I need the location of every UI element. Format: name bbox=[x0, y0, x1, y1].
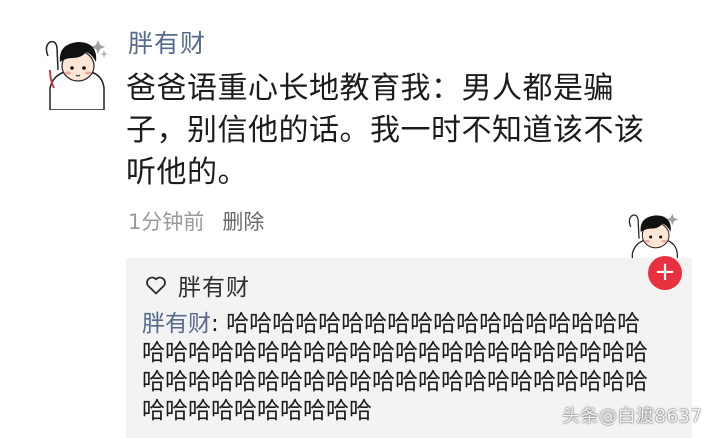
comment-body: 爸爸语重心长地教育我：男人都是骗子，别信他的话。我一时不知道该不该听他的。 bbox=[126, 71, 645, 190]
comment-username[interactable]: 胖有财 bbox=[128, 24, 206, 60]
delete-button[interactable]: 删除 bbox=[222, 206, 264, 236]
like-row: 胖有财 bbox=[144, 268, 250, 302]
cartoon-boy-avatar-icon bbox=[45, 40, 108, 111]
add-button[interactable]: + bbox=[648, 256, 682, 290]
watermark: 头条@白渡8637 bbox=[562, 406, 703, 427]
comment-screen: 胖有财 爸爸语重心长地教育我：男人都是骗子，别信他的话。我一时不知道该不该听他的… bbox=[0, 0, 720, 438]
comment-timestamp: 1分钟前 bbox=[128, 210, 205, 234]
liked-by-name[interactable]: 胖有财 bbox=[178, 268, 250, 302]
user-avatar[interactable] bbox=[40, 26, 112, 111]
plus-icon: + bbox=[654, 257, 676, 287]
heart-outline-icon[interactable] bbox=[144, 273, 168, 297]
reply-separator: : bbox=[211, 311, 227, 337]
reply-author[interactable]: 胖有财 bbox=[142, 311, 211, 337]
comment-meta: 1分钟前 删除 bbox=[128, 206, 264, 236]
